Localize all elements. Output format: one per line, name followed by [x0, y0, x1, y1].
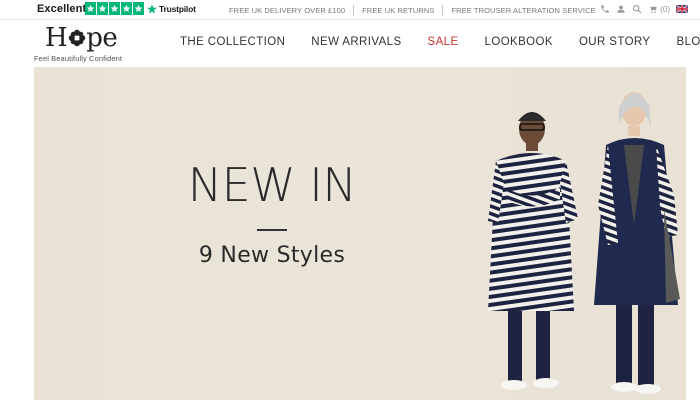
nav-new-arrivals[interactable]: NEW ARRIVALS [311, 36, 401, 48]
hero-banner[interactable]: NEW IN 9 New Styles [34, 67, 686, 400]
star-icon [133, 2, 144, 15]
trustpilot-label: Trustpilot [159, 4, 196, 14]
logo-tagline: Feel Beautifully Confident [34, 54, 123, 63]
promo-strip: FREE UK DELIVERY OVER £100 FREE UK RETUR… [221, 5, 604, 16]
utility-links: (0) [600, 4, 688, 14]
flower-icon [68, 29, 85, 47]
logo-wordmark: H pe [45, 23, 118, 53]
account-icon[interactable] [616, 4, 626, 14]
hero-divider [257, 229, 287, 231]
nav-lookbook[interactable]: LOOKBOOK [485, 36, 553, 48]
star-icon [109, 2, 120, 15]
hero-subtitle: 9 New Styles [198, 243, 346, 268]
star-icon [121, 2, 132, 15]
trustpilot-star-icon [147, 4, 157, 14]
star-icon [85, 2, 96, 15]
nav-our-story[interactable]: OUR STORY [579, 36, 651, 48]
site-header: H pe Feel Beautifully Confident THE COLL… [0, 20, 700, 66]
search-icon[interactable] [632, 4, 642, 14]
site-logo[interactable]: H pe Feel Beautifully Confident [34, 23, 125, 63]
trustpilot-rating-label[interactable]: Excellent [37, 3, 86, 15]
hero-models-image [488, 92, 680, 394]
main-nav: THE COLLECTION NEW ARRIVALS SALE LOOKBOO… [180, 36, 700, 48]
cart-link[interactable]: (0) [648, 4, 670, 14]
phone-icon[interactable] [600, 4, 610, 14]
promo-returns[interactable]: FREE UK RETURNS [354, 6, 442, 15]
top-bar: Excellent Trustpilot FREE UK DELIVERY OV… [0, 0, 700, 20]
promo-delivery[interactable]: FREE UK DELIVERY OVER £100 [221, 6, 353, 15]
hero-title: NEW IN [187, 158, 357, 212]
logo-letter: H [45, 23, 68, 53]
trustpilot-logo[interactable]: Trustpilot [147, 3, 196, 15]
cart-icon [649, 5, 657, 13]
cart-count: (0) [660, 4, 670, 14]
star-icon [97, 2, 108, 15]
promo-alterations[interactable]: FREE TROUSER ALTERATION SERVICE [443, 6, 603, 15]
nav-sale[interactable]: SALE [428, 36, 459, 48]
nav-blog[interactable]: BLOG [677, 36, 700, 48]
nav-the-collection[interactable]: THE COLLECTION [180, 36, 285, 48]
trustpilot-stars[interactable] [85, 2, 144, 15]
uk-flag-icon[interactable] [676, 5, 688, 13]
logo-letters: pe [86, 23, 118, 53]
